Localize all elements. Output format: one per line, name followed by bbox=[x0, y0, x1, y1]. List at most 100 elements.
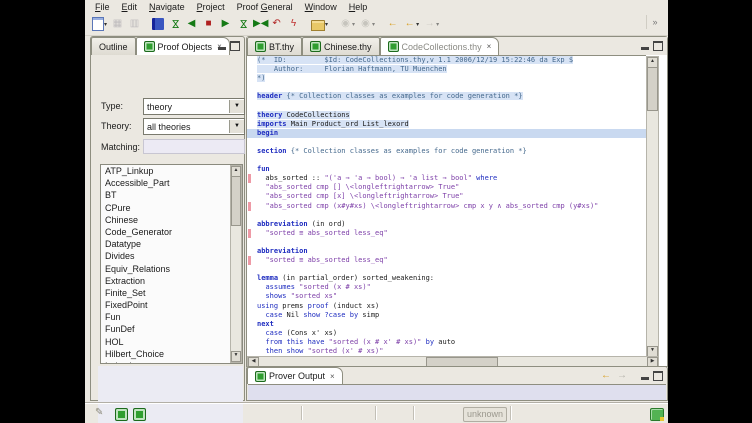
process-queue-button[interactable]: ⋈ bbox=[234, 14, 251, 34]
stop-button[interactable]: ■ bbox=[200, 14, 217, 34]
code-line bbox=[247, 265, 646, 274]
tab-outline[interactable]: Outline bbox=[91, 37, 136, 55]
list-item[interactable]: HOL bbox=[101, 336, 232, 348]
undo-step-button[interactable]: ◀ bbox=[183, 14, 200, 34]
chevron-down-icon[interactable]: ▼ bbox=[229, 100, 244, 113]
dropdown-arrow-icon[interactable]: ▾ bbox=[352, 21, 355, 28]
forward-arrow-icon[interactable]: → bbox=[617, 370, 627, 381]
tab-outline-label: Outline bbox=[99, 42, 128, 52]
list-item[interactable]: Datatype bbox=[101, 238, 232, 250]
list-item[interactable]: FixedPoint bbox=[101, 299, 232, 311]
code-line bbox=[247, 156, 646, 165]
list-item[interactable]: ATP_Linkup bbox=[101, 165, 232, 177]
close-icon[interactable]: × bbox=[487, 42, 492, 51]
code-editor[interactable]: (* ID: $Id: CodeCollections.thy,v 1.1 20… bbox=[247, 55, 646, 357]
prover-state-button[interactable]: unknown bbox=[463, 407, 507, 422]
forward-history-button[interactable]: →▾ bbox=[421, 14, 441, 34]
undo-step-icon: ◀ bbox=[185, 16, 198, 32]
list-item[interactable]: Code_Generator bbox=[101, 226, 232, 238]
back-history-button[interactable]: ←▾ bbox=[401, 14, 421, 34]
interrupt-icon: ϟ bbox=[287, 16, 300, 32]
list-item[interactable]: Equiv_Relations bbox=[101, 263, 232, 275]
dropdown-arrow-icon[interactable]: ▾ bbox=[372, 21, 375, 28]
back-button[interactable]: ← bbox=[384, 14, 401, 34]
debug-button[interactable]: ◉▾ bbox=[357, 14, 377, 34]
back-history-icon: ← bbox=[403, 16, 416, 32]
type-select[interactable]: theory ▼ bbox=[143, 98, 245, 115]
code-line: then show "sorted (x' # xs)" bbox=[247, 347, 646, 356]
tab-codecollections-thy[interactable]: CodeCollections.thy × bbox=[380, 37, 500, 55]
list-scrollbar[interactable]: ▲ ▼ bbox=[230, 165, 242, 363]
save-button[interactable]: ▦ bbox=[109, 14, 126, 34]
code-line: "abs_sorted cmp [] \<longleftrightarrow>… bbox=[247, 183, 646, 192]
list-item[interactable]: Extraction bbox=[101, 275, 232, 287]
minimize-icon[interactable] bbox=[641, 377, 649, 380]
tab-proof-objects-label: Proof Objects bbox=[158, 42, 213, 52]
proof-general-icon bbox=[255, 371, 266, 382]
prover-output-content[interactable] bbox=[248, 384, 666, 400]
dropdown-arrow-icon[interactable]: ▾ bbox=[416, 21, 419, 28]
toolbar-separator bbox=[377, 16, 384, 32]
console-icon[interactable] bbox=[650, 408, 664, 421]
close-icon[interactable]: × bbox=[330, 372, 335, 381]
list-item[interactable]: FunDef bbox=[101, 323, 232, 335]
dropdown-arrow-icon[interactable]: ▾ bbox=[436, 21, 439, 28]
list-item[interactable]: BT bbox=[101, 189, 232, 201]
code-line: abbreviation (in ord) bbox=[247, 220, 646, 229]
next-step-button[interactable]: ▶ bbox=[217, 14, 234, 34]
dropdown-arrow-icon[interactable]: ▾ bbox=[325, 21, 328, 28]
open-folder-button[interactable]: ▾ bbox=[309, 14, 330, 34]
pg-status-icon[interactable] bbox=[133, 408, 146, 421]
minimize-icon[interactable] bbox=[641, 47, 649, 50]
maximize-icon[interactable] bbox=[653, 371, 663, 381]
menu-item-navigate[interactable]: Navigate bbox=[143, 1, 191, 13]
list-item[interactable]: Accessible_Part bbox=[101, 177, 232, 189]
tab-chinese-thy[interactable]: Chinese.thy bbox=[302, 37, 380, 55]
pen-icon: ✎ bbox=[95, 407, 103, 418]
menu-item-project[interactable]: Project bbox=[191, 1, 231, 13]
maximize-icon[interactable] bbox=[653, 41, 663, 51]
list-item[interactable]: Hilbert_Choice bbox=[101, 348, 232, 360]
activate-scripting-button[interactable] bbox=[150, 14, 166, 34]
theory-select[interactable]: all theories ▼ bbox=[143, 118, 245, 135]
process-queue-icon: ⋈ bbox=[235, 18, 251, 31]
restart-icon: ↶ bbox=[270, 16, 283, 32]
tab-prover-output[interactable]: Prover Output × bbox=[247, 367, 343, 384]
menu-item-edit[interactable]: Edit bbox=[116, 1, 144, 13]
goto-icon: ▶◀ bbox=[253, 16, 266, 32]
tab-codecollections-thy-label: CodeCollections.thy bbox=[402, 42, 482, 52]
restart-button[interactable]: ↶ bbox=[268, 14, 285, 34]
process-to-end-button[interactable]: ⋈ bbox=[166, 14, 183, 34]
chevron-down-icon[interactable]: ▼ bbox=[229, 120, 244, 133]
menu-item-help[interactable]: Help bbox=[343, 1, 374, 13]
minimize-icon[interactable] bbox=[218, 47, 226, 50]
run-button[interactable]: ◉▾ bbox=[337, 14, 357, 34]
list-item[interactable]: Inductive bbox=[101, 360, 232, 363]
pg-status-icon[interactable] bbox=[115, 408, 128, 421]
code-line: imports Main Product_ord List_lexord bbox=[247, 120, 646, 129]
tab-proof-objects[interactable]: Proof Objects × bbox=[136, 37, 230, 55]
menu-item-window[interactable]: Window bbox=[299, 1, 343, 13]
menu-item-proof-general[interactable]: Proof General bbox=[231, 1, 299, 13]
new-wizard-button[interactable]: ▾ bbox=[90, 14, 109, 34]
dropdown-arrow-icon[interactable]: ▾ bbox=[104, 21, 107, 28]
list-item[interactable]: Fun bbox=[101, 311, 232, 323]
list-item[interactable]: Finite_Set bbox=[101, 287, 232, 299]
menu-item-file[interactable]: File bbox=[89, 1, 116, 13]
interrupt-button[interactable]: ϟ bbox=[285, 14, 302, 34]
back-arrow-icon[interactable]: ← bbox=[601, 370, 611, 381]
list-item[interactable]: Divides bbox=[101, 250, 232, 262]
theory-label: Theory: bbox=[101, 121, 132, 131]
maximize-icon[interactable] bbox=[230, 41, 240, 51]
goto-button[interactable]: ▶◀ bbox=[251, 14, 268, 34]
print-button[interactable]: ▥ bbox=[126, 14, 143, 34]
perspective-overflow-icon[interactable]: » bbox=[646, 15, 663, 29]
annotation-marker bbox=[248, 174, 251, 183]
editor-vscrollbar[interactable]: ▲ ▼ bbox=[646, 56, 659, 358]
list-item[interactable]: Chinese bbox=[101, 214, 232, 226]
run-icon: ◉ bbox=[339, 16, 352, 32]
list-item[interactable]: CPure bbox=[101, 202, 232, 214]
process-to-end-icon: ⋈ bbox=[167, 18, 183, 31]
matching-input[interactable] bbox=[143, 139, 245, 154]
tab-bt-thy[interactable]: BT.thy bbox=[247, 37, 302, 55]
